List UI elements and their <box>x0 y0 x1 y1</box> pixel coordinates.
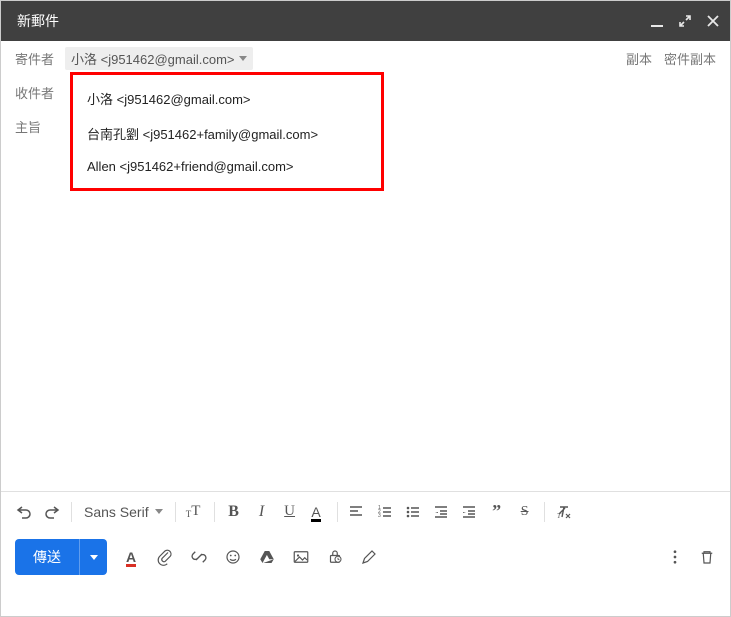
separator <box>214 502 215 522</box>
subject-label: 主旨 <box>15 117 65 136</box>
insert-icons: A <box>121 547 379 567</box>
bold-button[interactable]: B <box>221 498 247 526</box>
separator <box>175 502 176 522</box>
confidential-icon[interactable] <box>325 547 345 567</box>
compose-body[interactable] <box>1 143 730 491</box>
from-option[interactable]: 台南孔劉 <j951462+family@gmail.com> <box>73 116 381 151</box>
strikethrough-button[interactable]: S <box>512 498 538 526</box>
link-icon[interactable] <box>189 547 209 567</box>
expand-icon[interactable] <box>678 14 692 28</box>
send-button-group: 傳送 <box>15 539 107 575</box>
emoji-icon[interactable] <box>223 547 243 567</box>
svg-text:3: 3 <box>378 513 381 519</box>
to-label: 收件者 <box>15 83 65 102</box>
cc-link[interactable]: 副本 <box>626 49 652 68</box>
redo-icon[interactable] <box>39 498 65 526</box>
attach-icon[interactable] <box>155 547 175 567</box>
chevron-down-icon <box>239 56 247 61</box>
separator <box>71 502 72 522</box>
separator <box>544 502 545 522</box>
bcc-link[interactable]: 密件副本 <box>664 49 716 68</box>
font-family-value: Sans Serif <box>84 504 149 520</box>
text-format-icon[interactable]: A <box>121 547 141 567</box>
send-options-button[interactable] <box>79 539 107 575</box>
undo-icon[interactable] <box>11 498 37 526</box>
align-button[interactable] <box>344 498 370 526</box>
italic-button[interactable]: I <box>249 498 275 526</box>
bulleted-list-button[interactable] <box>400 498 426 526</box>
minimize-icon[interactable] <box>650 14 664 28</box>
send-button[interactable]: 傳送 <box>15 539 79 575</box>
underline-button[interactable]: U <box>277 498 303 526</box>
clear-format-button[interactable]: T <box>551 498 577 526</box>
text-color-button[interactable]: A <box>305 498 331 526</box>
trash-icon[interactable] <box>698 548 716 566</box>
close-icon[interactable] <box>706 14 720 28</box>
window-title: 新郵件 <box>11 11 650 31</box>
window-controls <box>650 14 720 28</box>
cc-bcc-links: 副本 密件副本 <box>626 49 716 68</box>
numbered-list-button[interactable]: 123 <box>372 498 398 526</box>
format-toolbar: Sans Serif TT B I U A 123 ” S T <box>1 491 730 531</box>
from-label: 寄件者 <box>15 49 65 68</box>
from-row: 寄件者 小洛 <j951462@gmail.com> 副本 密件副本 <box>1 41 730 75</box>
more-options-icon[interactable] <box>666 548 684 566</box>
from-option[interactable]: 小洛 <j951462@gmail.com> <box>73 81 381 116</box>
send-bar: 傳送 A <box>1 531 730 583</box>
chevron-down-icon <box>90 555 98 560</box>
from-dropdown-trigger[interactable]: 小洛 <j951462@gmail.com> <box>65 47 253 70</box>
svg-text:T: T <box>557 512 562 520</box>
pen-icon[interactable] <box>359 547 379 567</box>
from-dropdown-menu: 小洛 <j951462@gmail.com> 台南孔劉 <j951462+fam… <box>70 72 384 191</box>
indent-less-button[interactable] <box>428 498 454 526</box>
titlebar: 新郵件 <box>1 1 730 41</box>
from-option[interactable]: Allen <j951462+friend@gmail.com> <box>73 151 381 182</box>
separator <box>337 502 338 522</box>
image-icon[interactable] <box>291 547 311 567</box>
font-size-icon[interactable]: TT <box>182 498 208 526</box>
indent-more-button[interactable] <box>456 498 482 526</box>
quote-button[interactable]: ” <box>484 498 510 526</box>
chevron-down-icon <box>155 509 163 514</box>
drive-icon[interactable] <box>257 547 277 567</box>
from-selected-value: 小洛 <j951462@gmail.com> <box>71 49 235 68</box>
font-family-select[interactable]: Sans Serif <box>78 504 169 520</box>
send-button-label: 傳送 <box>33 547 61 567</box>
